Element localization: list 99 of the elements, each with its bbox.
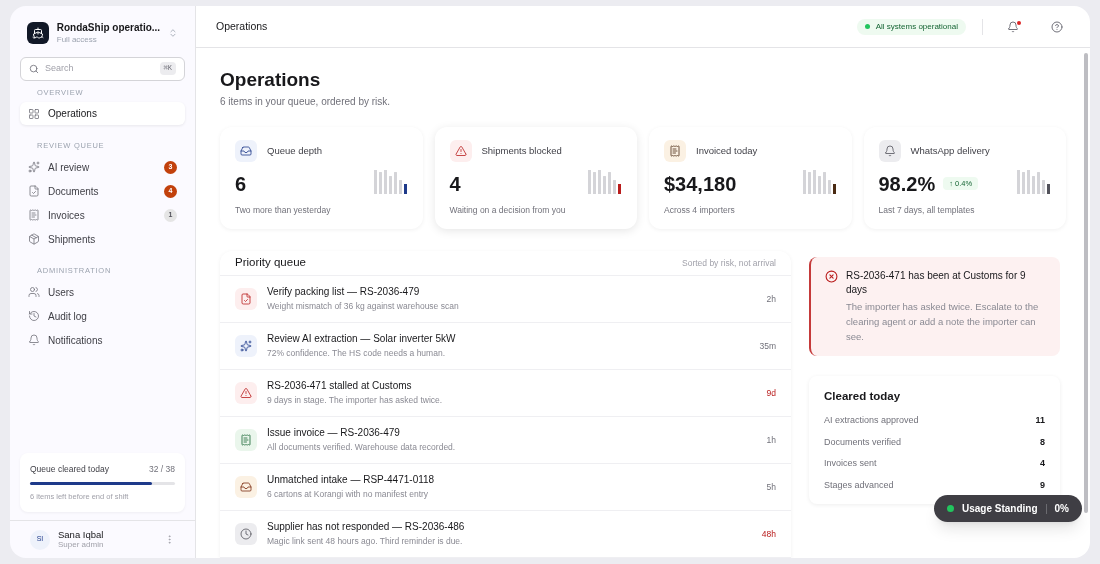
status-pill: All systems operational: [856, 18, 966, 35]
progress-title: Queue cleared today: [30, 463, 109, 476]
row-age: 2h: [766, 292, 776, 306]
workspace-name: RondaShip operatio...: [56, 22, 161, 35]
row-title: Issue invoice — RS-2036-479: [267, 427, 401, 440]
row-age: 35m: [759, 339, 776, 353]
stat-note: Across 4 importers: [664, 203, 736, 217]
history-icon: [28, 310, 40, 323]
sidebar-item[interactable]: Users: [20, 280, 185, 304]
stat-label: Shipments blocked: [481, 143, 562, 158]
warning-icon: [454, 144, 467, 157]
stat-note: Waiting on a decision from you: [449, 203, 567, 217]
row-title: RS-2036-471 stalled at Customs: [267, 380, 413, 393]
users-icon: [28, 286, 40, 299]
sidebar-label: Invoices: [48, 208, 86, 223]
usage-value: 0%: [1054, 502, 1069, 516]
sidebar-label: Documents: [48, 184, 100, 199]
receipt-icon: [669, 144, 681, 157]
inbox-icon: [240, 481, 252, 493]
document-icon: [28, 185, 40, 197]
cleared-label: Stages advanced: [824, 478, 894, 492]
page-subtitle: 6 items in your queue, ordered by risk.: [220, 94, 392, 109]
queue-row[interactable]: Verify packing list — RS-2036-479 Weight mismatch of 36 kg against warehouse scan 2h: [220, 276, 791, 323]
help-icon[interactable]: [1051, 20, 1063, 33]
user-name: Sana Iqbal: [58, 528, 105, 541]
chevrons-icon[interactable]: [168, 28, 178, 39]
clock-icon: [240, 528, 252, 540]
search-icon: [29, 63, 39, 74]
sidebar-item[interactable]: Shipments: [20, 227, 185, 251]
sidebar-item[interactable]: Audit log: [20, 304, 185, 328]
receipt-icon: [28, 209, 40, 221]
stat-value: 4: [449, 173, 461, 194]
row-detail: Weight mismatch of 36 kg against warehouse scan: [267, 300, 460, 312]
row-age: 1h: [766, 433, 776, 447]
stat-note: Last 7 days, all templates: [878, 203, 976, 217]
sidebar-item[interactable]: Operations: [20, 102, 185, 126]
stat-label: WhatsApp delivery: [910, 143, 990, 158]
bell-icon: [28, 334, 40, 347]
sidebar-label: Audit log: [48, 309, 88, 324]
usage-label: Usage Standing: [961, 502, 1038, 516]
document-icon: [240, 293, 252, 305]
row-detail: 6 cartons at Korangi with no manifest entry: [267, 488, 430, 500]
row-detail: Magic link sent 48 hours ago. Third reminder is due.: [267, 535, 464, 547]
cleared-label: Invoices sent: [824, 457, 877, 471]
cleared-label: AI extractions approved: [824, 414, 919, 428]
row-age: 5h: [766, 480, 776, 494]
sidebar-label: Users: [48, 285, 76, 300]
queue-row[interactable]: Unmatched intake — RSP-4471-0118 6 cartons at Korangi with no manifest entry 5h: [220, 464, 791, 511]
sparkle-icon: [240, 340, 252, 352]
warning-icon: [240, 387, 252, 399]
sidebar-label: AI review: [48, 160, 91, 175]
row-title: Supplier has not responded — RS-2036-486: [267, 521, 466, 534]
sidebar-label: Operations: [48, 107, 98, 122]
stat-value: $34,180: [664, 173, 737, 194]
queue-row[interactable]: RS-2036-471 stalled at Customs 9 days in stage. The importer has asked twice. 9d: [220, 370, 791, 417]
logo-icon: [27, 22, 49, 45]
error-icon: [825, 270, 838, 283]
row-detail: 9 days in stage. The importer has asked twice.: [267, 394, 444, 406]
search-input[interactable]: Search: [45, 61, 154, 76]
row-title: Verify packing list — RS-2036-479: [267, 286, 421, 299]
sidebar-label: Shipments: [48, 232, 97, 247]
row-age: 48h: [761, 527, 776, 541]
row-age: 9d: [766, 386, 776, 400]
topbar-title: Operations: [216, 18, 269, 34]
bell-icon: [883, 144, 896, 157]
row-detail: All documents verified. Warehouse data recorded.: [267, 441, 457, 453]
queue-hint: Sorted by risk, not arrival: [682, 256, 776, 270]
sparkle-icon: [28, 161, 40, 173]
inbox-icon: [240, 144, 252, 157]
package-icon: [28, 233, 40, 245]
row-title: Unmatched intake — RSP-4471-0118: [267, 474, 436, 487]
alert-title: RS-2036-471 has been at Customs for 9 days: [846, 269, 1027, 297]
sidebar-label: Notifications: [48, 333, 104, 348]
queue-row[interactable]: Review AI extraction — Solar inverter 5kW 72% confidence. The HS code needs a human. 35m: [220, 323, 791, 370]
page-title: Operations: [220, 68, 322, 92]
cleared-value: 11: [1035, 414, 1045, 428]
queue-title: Priority queue: [235, 255, 306, 271]
alert-body: The importer has asked twice. Escalate to the clearing agent or add a note the importer can see.: [846, 299, 1040, 344]
user-role: Super admin: [58, 540, 105, 551]
stat-value: 6: [235, 173, 247, 194]
stat-value: 98.2%: [878, 173, 936, 194]
queue-row[interactable]: Issue invoice — RS-2036-479 All documents verified. Warehouse data recorded. 1h: [220, 417, 791, 464]
row-detail: 72% confidence. The HS code needs a human.: [267, 347, 446, 359]
cleared-title: Cleared today: [824, 389, 902, 405]
receipt-icon: [240, 434, 252, 446]
grid-icon: [28, 107, 40, 120]
sidebar-item[interactable]: Notifications: [20, 328, 185, 352]
cleared-value: 8: [1040, 435, 1045, 449]
cleared-label: Documents verified: [824, 435, 902, 449]
cleared-value: 4: [1040, 457, 1045, 471]
workspace-subtitle: Full access: [56, 34, 98, 45]
stat-note: Two more than yesterday: [235, 203, 332, 217]
cleared-value: 9: [1040, 478, 1045, 492]
usage-pill[interactable]: Usage Standing 0%: [933, 495, 1082, 522]
row-title: Review AI extraction — Solar inverter 5kW: [267, 333, 457, 346]
progress-count: 32 / 38: [149, 463, 175, 476]
stat-label: Invoiced today: [696, 143, 758, 158]
stat-label: Queue depth: [267, 143, 322, 158]
queue-row[interactable]: Supplier has not responded — RS-2036-486 Magic link sent 48 hours ago. Third reminder is due. 48h: [220, 511, 791, 558]
